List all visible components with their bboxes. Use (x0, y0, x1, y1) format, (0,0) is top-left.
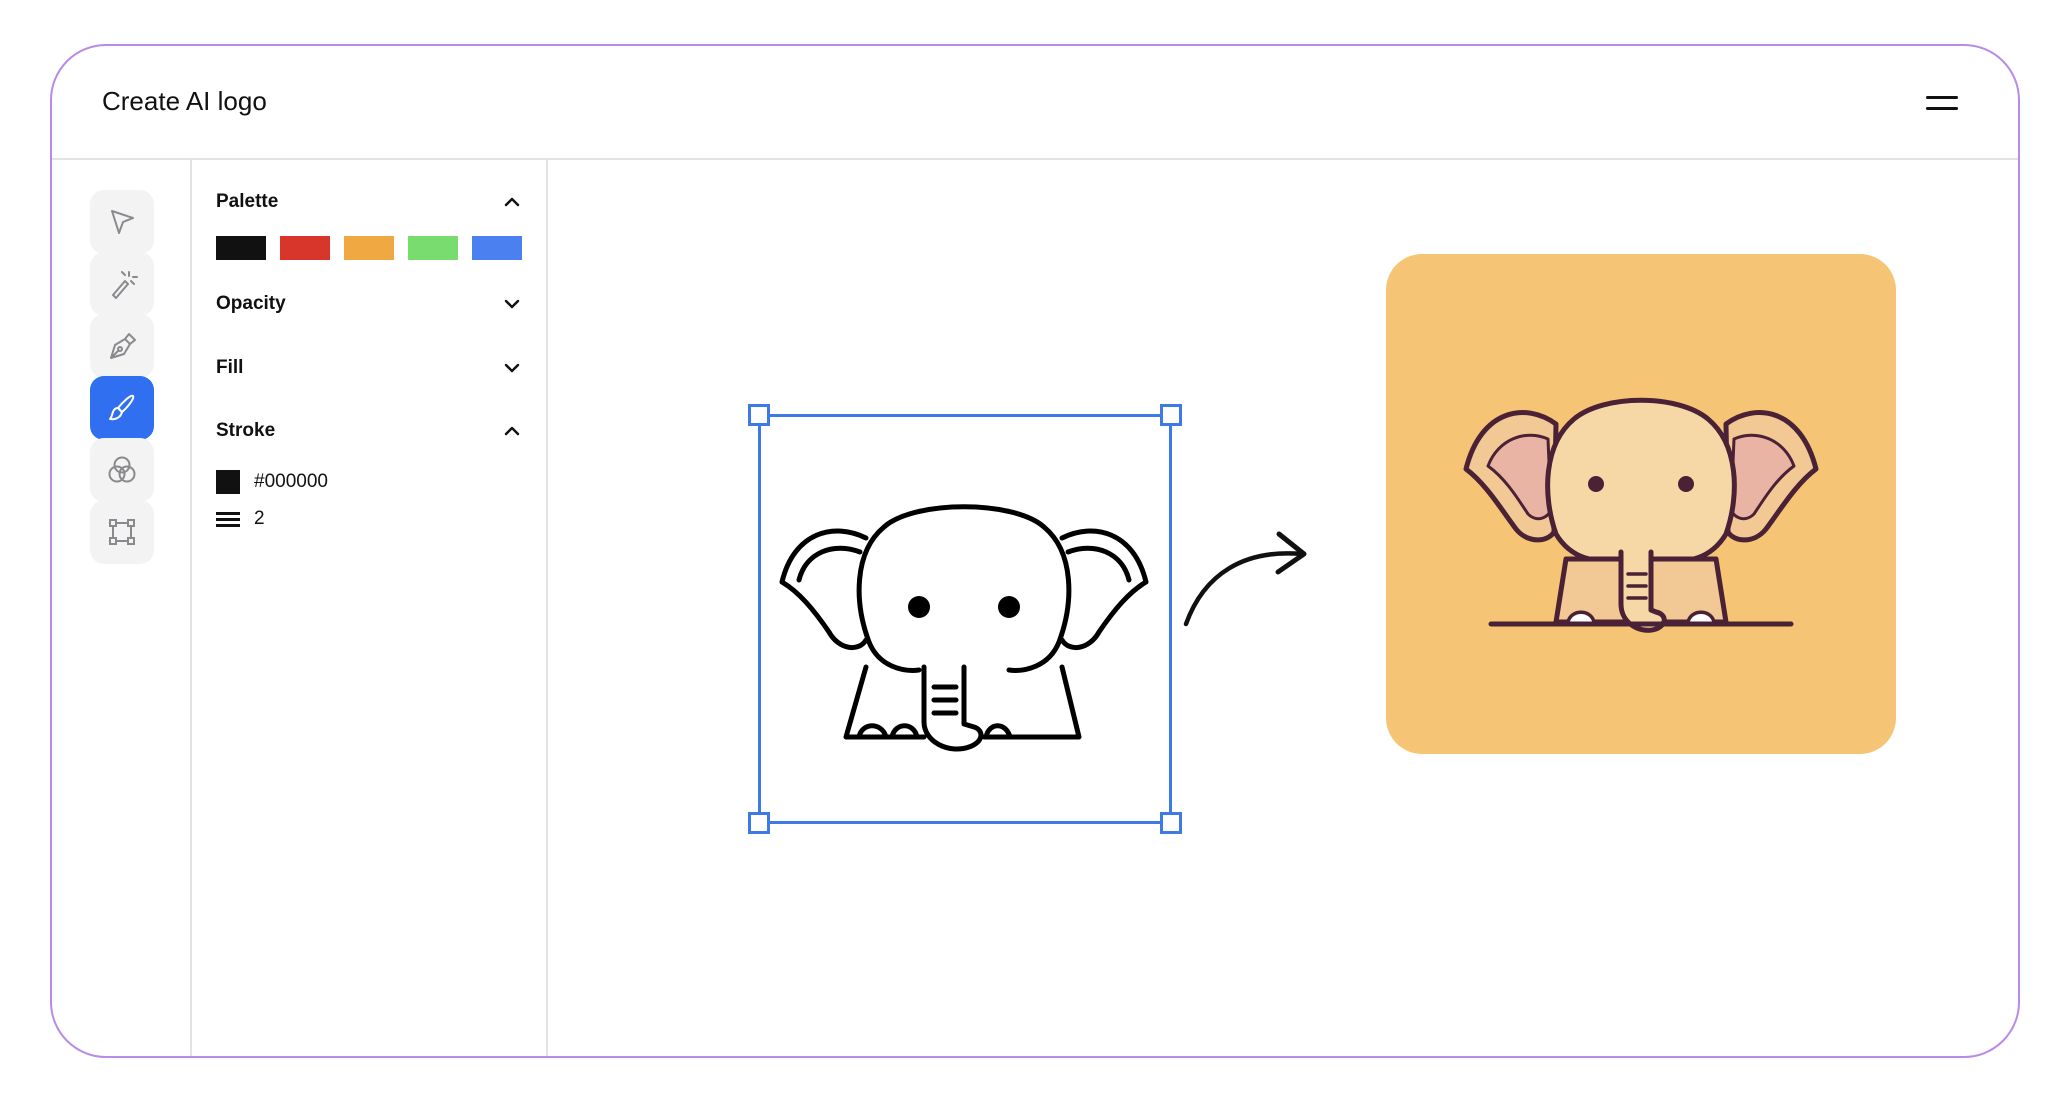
design-canvas[interactable] (548, 160, 2018, 1056)
page-title: Create AI logo (102, 86, 267, 116)
chevron-up-icon (504, 197, 520, 207)
fill-section-header[interactable]: Fill (216, 354, 522, 382)
palette-swatch-green[interactable] (408, 236, 458, 260)
magic-wand-icon (112, 271, 138, 299)
frame-tool-button[interactable] (90, 500, 154, 564)
title-bar: Create AI logo (52, 46, 2018, 160)
palette-section-header[interactable]: Palette (216, 188, 522, 216)
stroke-weight-row[interactable]: 2 (216, 508, 265, 530)
stroke-section-header[interactable]: Stroke (216, 417, 522, 445)
resize-handle-bottom-right[interactable] (1160, 812, 1182, 834)
bounding-box-icon (109, 519, 135, 545)
resize-handle-bottom-left[interactable] (748, 812, 770, 834)
opacity-section-header[interactable]: Opacity (216, 290, 522, 318)
brush-tool-button[interactable] (90, 376, 154, 440)
elephant-logo-icon (1463, 397, 1819, 633)
chevron-down-icon (504, 363, 520, 373)
palette-label: Palette (216, 191, 279, 212)
tool-rail (52, 160, 192, 1056)
palette-swatch-blue[interactable] (472, 236, 522, 260)
stroke-weight-icon (216, 511, 240, 527)
chevron-down-icon (504, 299, 520, 309)
stroke-color-value: #000000 (254, 471, 328, 492)
fill-label: Fill (216, 357, 244, 378)
select-tool-button[interactable] (90, 190, 154, 254)
stroke-weight-value: 2 (254, 508, 265, 529)
opacity-label: Opacity (216, 293, 286, 314)
magic-wand-tool-button[interactable] (90, 252, 154, 316)
pen-tool-button[interactable] (90, 314, 154, 378)
resize-handle-top-right[interactable] (1160, 404, 1182, 426)
stroke-color-swatch[interactable] (216, 470, 240, 494)
pen-nib-icon (110, 333, 136, 359)
curved-arrow-right-icon (1183, 531, 1307, 627)
brush-icon (109, 394, 135, 421)
stroke-label: Stroke (216, 420, 276, 441)
resize-handle-top-left[interactable] (748, 404, 770, 426)
selection-box[interactable] (748, 404, 1182, 834)
shapes-tool-button[interactable] (90, 438, 154, 502)
hamburger-menu-icon[interactable] (1926, 91, 1958, 115)
stroke-color-row[interactable]: #000000 (216, 470, 328, 494)
cursor-arrow-icon (111, 210, 134, 234)
chevron-up-icon (504, 426, 520, 436)
overlapping-circles-icon (108, 456, 136, 483)
app-window: Create AI logo Palette Opacity Fill Stro… (50, 44, 2020, 1058)
properties-panel: Palette Opacity Fill Stroke #000000 2 (192, 160, 548, 1056)
palette-swatch-red[interactable] (280, 236, 330, 260)
generated-logo-card[interactable] (1386, 254, 1896, 754)
palette-swatch-orange[interactable] (344, 236, 394, 260)
palette-swatch-black[interactable] (216, 236, 266, 260)
